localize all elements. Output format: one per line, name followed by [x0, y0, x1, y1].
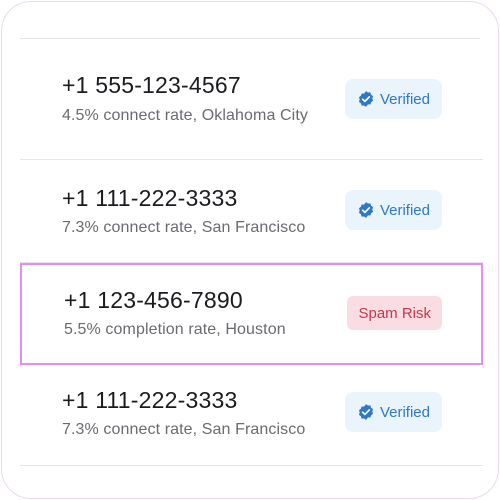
status-badge-verified: Verified [344, 79, 442, 119]
verified-check-badge-icon [357, 201, 375, 219]
completion-rate-detail: 5.5% completion rate, Houston [64, 321, 286, 338]
phone-number-list: +1 555-123-4567 4.5% connect rate, Oklah… [1, 1, 499, 499]
phone-number: +1 111-222-3333 [62, 387, 238, 413]
phone-number: +1 555-123-4567 [62, 72, 241, 98]
connect-rate-detail: 4.5% connect rate, Oklahoma City [62, 107, 308, 124]
badge-label: Verified [379, 403, 430, 421]
connect-rate-detail: 7.3% connect rate, San Francisco [62, 219, 306, 236]
phone-number: +1 123-456-7890 [64, 287, 243, 313]
verified-check-badge-icon [357, 403, 375, 421]
connect-rate-detail: 7.3% connect rate, San Francisco [62, 421, 306, 438]
badge-label: Spam Risk [358, 304, 431, 322]
status-badge-spam-risk: Spam Risk [347, 296, 442, 330]
verified-check-badge-icon [357, 90, 375, 108]
list-item-number-1[interactable]: +1 555-123-4567 4.5% connect rate, Oklah… [20, 39, 483, 160]
badge-label: Verified [379, 90, 430, 108]
list-item-number-2[interactable]: +1 111-222-3333 7.3% connect rate, San F… [20, 160, 483, 263]
badge-label: Verified [379, 201, 430, 219]
status-badge-verified: Verified [344, 190, 442, 230]
list-item-number-3-selected[interactable]: +1 123-456-7890 5.5% completion rate, Ho… [20, 263, 483, 365]
list-item-number-4[interactable]: +1 111-222-3333 7.3% connect rate, San F… [20, 365, 483, 466]
status-badge-verified: Verified [344, 392, 442, 432]
phone-number: +1 111-222-3333 [62, 185, 238, 211]
